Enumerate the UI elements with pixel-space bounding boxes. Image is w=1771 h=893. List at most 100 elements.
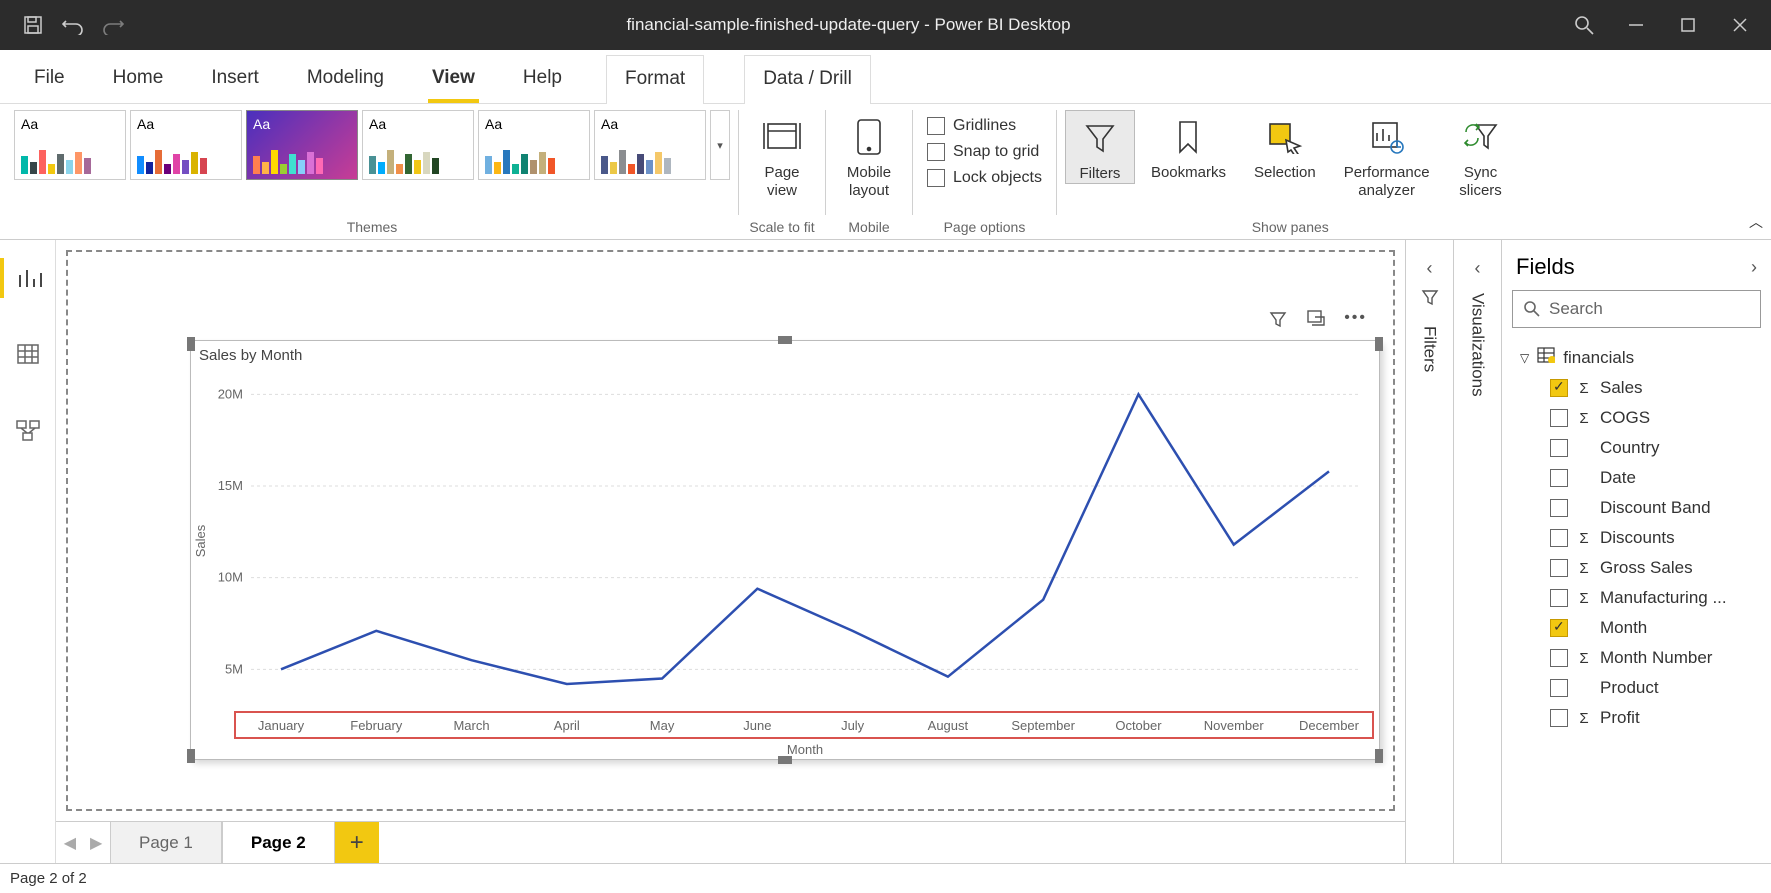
collapse-table-icon[interactable]: ▽	[1520, 351, 1529, 365]
expand-visualizations-icon[interactable]: ‹	[1475, 258, 1481, 279]
gridlines-checkbox[interactable]: Gridlines	[921, 114, 1022, 138]
field-label: Month Number	[1600, 648, 1712, 668]
svg-text:November: November	[1204, 718, 1265, 733]
filters-pane-collapsed[interactable]: ‹ Filters	[1405, 240, 1453, 863]
theme-swatch-5[interactable]: Aa	[478, 110, 590, 180]
page-view-icon	[762, 116, 802, 158]
undo-icon[interactable]	[62, 14, 84, 36]
menu-view[interactable]: View	[428, 55, 479, 103]
field-cogs[interactable]: Σ COGS	[1502, 403, 1771, 433]
close-icon[interactable]	[1729, 14, 1751, 36]
field-checkbox[interactable]	[1550, 469, 1568, 487]
field-profit[interactable]: ΣProfit	[1502, 703, 1771, 733]
save-icon[interactable]	[22, 14, 44, 36]
theme-swatch-6[interactable]: Aa	[594, 110, 706, 180]
field-discount-band[interactable]: Discount Band	[1502, 493, 1771, 523]
visualizations-pane-collapsed[interactable]: ‹ Visualizations	[1453, 240, 1501, 863]
window-title: financial-sample-finished-update-query -…	[124, 15, 1573, 35]
data-view-icon[interactable]	[0, 334, 56, 374]
field-checkbox[interactable]	[1550, 379, 1568, 397]
field-checkbox[interactable]	[1550, 499, 1568, 517]
ribbon-group-mobile: Mobile	[834, 217, 904, 237]
performance-analyzer-button[interactable]: Performance analyzer	[1332, 110, 1442, 200]
svg-text:10M: 10M	[218, 570, 243, 585]
page-tab-1[interactable]: Page 1	[110, 822, 222, 863]
fields-search-input[interactable]: Search	[1512, 290, 1761, 328]
svg-text:February: February	[350, 718, 403, 733]
view-switcher	[0, 240, 56, 863]
visual-filter-icon[interactable]	[1268, 309, 1288, 334]
collapse-ribbon-icon[interactable]: ︿	[1749, 212, 1763, 232]
resize-handle[interactable]	[1375, 749, 1383, 763]
report-view-icon[interactable]	[0, 258, 56, 298]
maximize-icon[interactable]	[1677, 14, 1699, 36]
lock-objects-checkbox[interactable]: Lock objects	[921, 166, 1048, 190]
field-month[interactable]: Month	[1502, 613, 1771, 643]
menu-insert[interactable]: Insert	[207, 55, 263, 103]
visual-focus-icon[interactable]	[1306, 309, 1326, 334]
field-checkbox[interactable]	[1550, 649, 1568, 667]
resize-handle[interactable]	[187, 749, 195, 763]
resize-handle[interactable]	[1375, 337, 1383, 351]
menu-file[interactable]: File	[30, 55, 69, 103]
sigma-icon: Σ	[1576, 380, 1592, 397]
collapse-fields-icon[interactable]: ›	[1751, 257, 1757, 278]
visual-more-icon[interactable]: •••	[1344, 309, 1367, 334]
minimize-icon[interactable]	[1625, 14, 1647, 36]
field-checkbox[interactable]	[1550, 619, 1568, 637]
field-month-number[interactable]: ΣMonth Number	[1502, 643, 1771, 673]
resize-handle[interactable]	[187, 337, 195, 351]
resize-handle[interactable]	[778, 336, 792, 344]
table-node-financials[interactable]: ▽ financials	[1502, 342, 1771, 373]
search-icon[interactable]	[1573, 14, 1595, 36]
menu-data-drill[interactable]: Data / Drill	[744, 55, 871, 104]
report-canvas[interactable]: ••• Sales by Month 5M10M15M20MJanuaryFeb…	[56, 240, 1405, 821]
redo-icon[interactable]	[102, 14, 124, 36]
add-page-button[interactable]: +	[335, 822, 379, 863]
resize-handle[interactable]	[778, 756, 792, 764]
field-checkbox[interactable]	[1550, 409, 1568, 427]
field-checkbox[interactable]	[1550, 589, 1568, 607]
theme-swatch-2[interactable]: Aa	[130, 110, 242, 180]
sync-slicers-button[interactable]: Sync slicers	[1446, 110, 1516, 200]
snap-to-grid-checkbox[interactable]: Snap to grid	[921, 140, 1045, 164]
sigma-icon: Σ	[1576, 590, 1592, 607]
page-tab-2[interactable]: Page 2	[222, 822, 335, 863]
bookmarks-pane-button[interactable]: Bookmarks	[1139, 110, 1238, 182]
menu-modeling[interactable]: Modeling	[303, 55, 388, 103]
line-chart-visual[interactable]: ••• Sales by Month 5M10M15M20MJanuaryFeb…	[190, 340, 1380, 760]
svg-text:June: June	[743, 718, 771, 733]
field-checkbox[interactable]	[1550, 709, 1568, 727]
field-product[interactable]: Product	[1502, 673, 1771, 703]
field-label: Sales	[1600, 378, 1643, 398]
selection-pane-button[interactable]: Selection	[1242, 110, 1328, 182]
theme-swatch-3[interactable]: Aa	[246, 110, 358, 180]
field-country[interactable]: Country	[1502, 433, 1771, 463]
field-checkbox[interactable]	[1550, 439, 1568, 457]
page-view-button[interactable]: Page view	[747, 110, 817, 200]
mobile-layout-button[interactable]: Mobile layout	[834, 110, 904, 200]
field-sales[interactable]: Σ Sales	[1502, 373, 1771, 403]
next-page-icon[interactable]: ▶	[90, 833, 102, 853]
field-label: COGS	[1600, 408, 1650, 428]
field-checkbox[interactable]	[1550, 679, 1568, 697]
theme-swatch-1[interactable]: Aa	[14, 110, 126, 180]
menu-home[interactable]: Home	[109, 55, 168, 103]
field-checkbox[interactable]	[1550, 559, 1568, 577]
page-indicator: Page 2 of 2	[10, 870, 87, 887]
model-view-icon[interactable]	[0, 410, 56, 450]
field-discounts[interactable]: ΣDiscounts	[1502, 523, 1771, 553]
sigma-icon: Σ	[1576, 410, 1592, 427]
field-gross-sales[interactable]: ΣGross Sales	[1502, 553, 1771, 583]
filters-pane-button[interactable]: Filters	[1065, 110, 1135, 184]
field-checkbox[interactable]	[1550, 529, 1568, 547]
theme-swatch-4[interactable]: Aa	[362, 110, 474, 180]
themes-dropdown[interactable]: ▾	[710, 110, 730, 180]
menu-format[interactable]: Format	[606, 55, 704, 104]
filter-icon	[1083, 117, 1117, 159]
field-date[interactable]: Date	[1502, 463, 1771, 493]
field-manufacturing-[interactable]: ΣManufacturing ...	[1502, 583, 1771, 613]
prev-page-icon[interactable]: ◀	[64, 833, 76, 853]
expand-filters-icon[interactable]: ‹	[1427, 258, 1433, 279]
menu-help[interactable]: Help	[519, 55, 566, 103]
